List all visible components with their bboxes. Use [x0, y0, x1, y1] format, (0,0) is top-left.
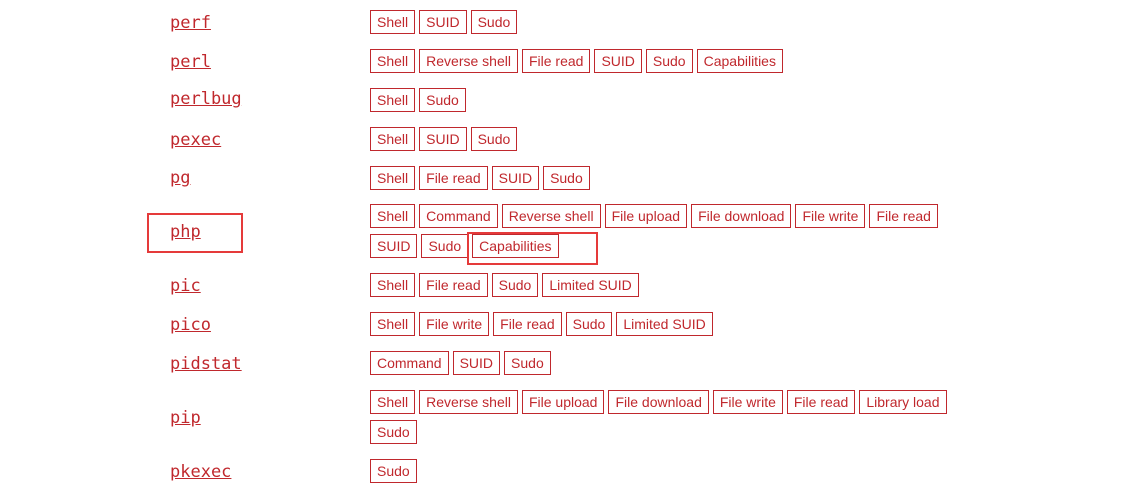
function-tag-shell[interactable]: Shell [370, 49, 416, 73]
binary-link-pico[interactable]: pico [170, 315, 211, 335]
binary-link-pip[interactable]: pip [170, 408, 201, 428]
function-tag-reverse-shell[interactable]: Reverse shell [419, 49, 518, 73]
binary-link-pkexec[interactable]: pkexec [170, 462, 231, 482]
function-tag-shell[interactable]: Shell [370, 390, 416, 414]
function-tags: Shell Command Reverse shell File upload File… [370, 204, 970, 258]
function-tags: Shell File read SUID Sudo [370, 166, 970, 190]
binary-link-perf[interactable]: perf [170, 13, 211, 33]
function-tag-file-read[interactable]: File read [521, 49, 591, 73]
function-tag-sudo[interactable]: Sudo [421, 234, 469, 258]
function-tag-shell[interactable]: Shell [370, 166, 416, 190]
function-tag-shell[interactable]: Shell [370, 312, 416, 336]
function-tag-sudo[interactable]: Sudo [565, 312, 613, 336]
function-tag-sudo[interactable]: Sudo [504, 351, 551, 375]
function-tag-shell[interactable]: Shell [370, 10, 416, 34]
binary-link-pg[interactable]: pg [170, 168, 190, 188]
function-tag-limited-suid[interactable]: Limited SUID [616, 312, 713, 336]
function-tag-capabilities[interactable]: Capabilities [472, 234, 559, 258]
function-tag-sudo[interactable]: Sudo [419, 88, 466, 112]
function-tag-reverse-shell[interactable]: Reverse shell [419, 390, 518, 414]
function-tags: Shell Reverse shell File upload File downlo… [370, 390, 970, 444]
function-tag-suid[interactable]: SUID [491, 166, 540, 190]
binary-link-pexec[interactable]: pexec [170, 130, 221, 150]
function-tag-sudo[interactable]: Sudo [491, 273, 539, 297]
function-tag-shell[interactable]: Shell [370, 88, 416, 112]
function-tag-reverse-shell[interactable]: Reverse shell [501, 204, 601, 228]
function-tags: Shell Reverse shell File read SUID Sudo Capab… [370, 49, 970, 73]
function-tags: Shell SUID Sudo [370, 127, 970, 151]
function-tag-suid[interactable]: SUID [594, 49, 642, 73]
function-tag-capabilities[interactable]: Capabilities [696, 49, 783, 73]
function-tag-suid[interactable]: SUID [370, 234, 418, 258]
function-tags: Shell File read Sudo Limited SUID [370, 273, 970, 297]
function-tag-sudo[interactable]: Sudo [645, 49, 693, 73]
function-tag-file-download[interactable]: File download [608, 390, 709, 414]
function-tag-limited-suid[interactable]: Limited SUID [542, 273, 639, 297]
function-tag-file-write[interactable]: File write [712, 390, 783, 414]
function-tag-shell[interactable]: Shell [370, 127, 416, 151]
function-tag-sudo[interactable]: Sudo [543, 166, 590, 190]
function-tags: Command SUID Sudo [370, 351, 970, 375]
function-tags: Shell SUID Sudo [370, 10, 970, 34]
function-tags: Sudo [370, 459, 970, 483]
function-tag-shell[interactable]: Shell [370, 204, 416, 228]
function-tag-sudo[interactable]: Sudo [370, 420, 417, 444]
function-tag-file-read[interactable]: File read [419, 273, 488, 297]
binary-link-perlbug[interactable]: perlbug [170, 89, 242, 109]
function-tag-file-write[interactable]: File write [419, 312, 490, 336]
function-tag-suid[interactable]: SUID [419, 10, 467, 34]
binary-link-perl[interactable]: perl [170, 52, 211, 72]
function-tag-file-upload[interactable]: File upload [521, 390, 605, 414]
binary-link-pic[interactable]: pic [170, 276, 201, 296]
function-tag-file-write[interactable]: File write [795, 204, 866, 228]
function-tag-command[interactable]: Command [419, 204, 498, 228]
function-tag-file-upload[interactable]: File upload [604, 204, 688, 228]
function-tag-sudo[interactable]: Sudo [470, 10, 518, 34]
function-tag-file-read[interactable]: File read [493, 312, 562, 336]
function-tag-file-read[interactable]: File read [869, 204, 938, 228]
function-tag-file-read[interactable]: File read [786, 390, 856, 414]
binary-link-php[interactable]: php [170, 222, 201, 242]
function-tag-sudo[interactable]: Sudo [470, 127, 518, 151]
binary-link-pidstat[interactable]: pidstat [170, 354, 242, 374]
function-tag-shell[interactable]: Shell [370, 273, 416, 297]
function-tag-command[interactable]: Command [370, 351, 449, 375]
function-tag-suid[interactable]: SUID [419, 127, 467, 151]
function-tags: Shell File write File read Sudo Limited SUID [370, 312, 970, 336]
function-tags: Shell Sudo [370, 88, 970, 112]
function-tag-library-load[interactable]: Library load [859, 390, 947, 414]
function-tag-sudo[interactable]: Sudo [370, 459, 417, 483]
function-tag-file-download[interactable]: File download [691, 204, 792, 228]
function-tag-suid[interactable]: SUID [452, 351, 501, 375]
function-tag-file-read[interactable]: File read [419, 166, 488, 190]
